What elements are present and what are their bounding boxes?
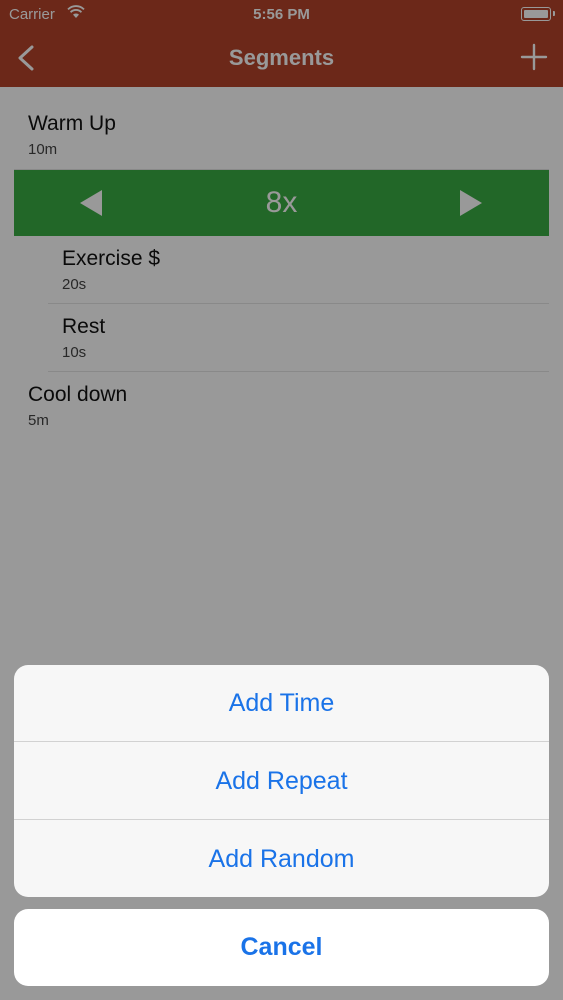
add-repeat-button[interactable]: Add Repeat xyxy=(14,743,549,820)
add-time-button[interactable]: Add Time xyxy=(14,665,549,742)
add-random-button[interactable]: Add Random xyxy=(14,821,549,897)
cancel-button[interactable]: Cancel xyxy=(14,909,549,986)
action-sheet: Add Time Add Repeat Add Random xyxy=(14,665,549,897)
